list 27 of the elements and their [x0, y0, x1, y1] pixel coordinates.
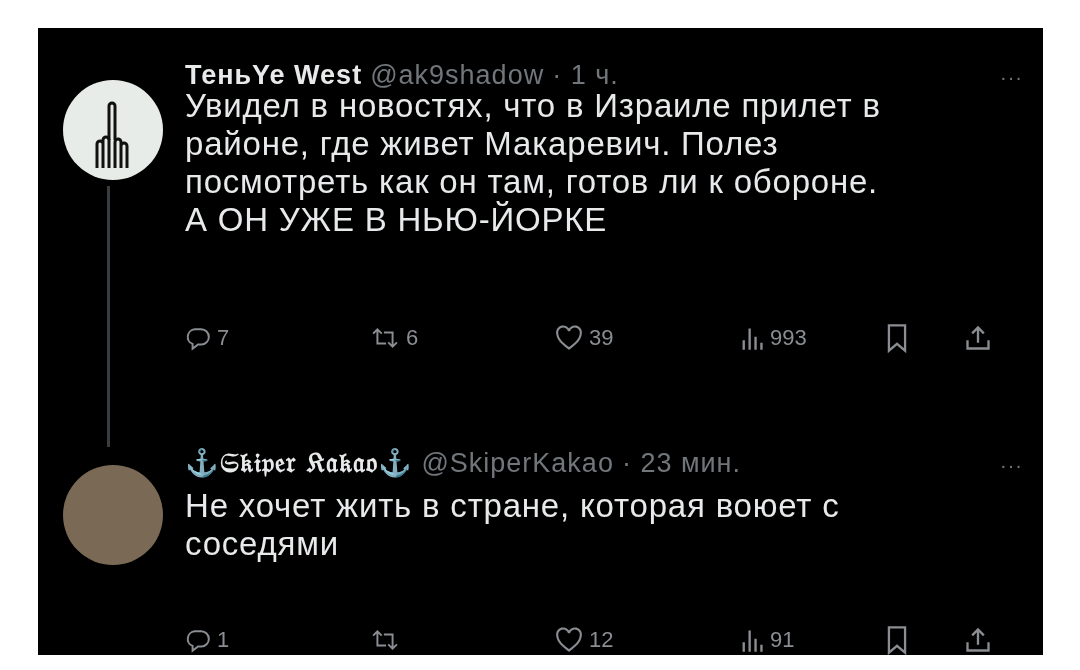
bookmark-icon[interactable] — [885, 323, 909, 353]
action-count: 39 — [589, 325, 614, 351]
action-count: 6 — [406, 325, 419, 351]
action-count: 1 — [217, 627, 230, 653]
tweet-text: соседями — [185, 525, 340, 563]
retweet-icon[interactable] — [370, 325, 400, 351]
share-icon[interactable] — [965, 626, 991, 654]
post-time: · 23 мин. — [621, 448, 741, 479]
tweet-text: Не хочет жить в стране, которая воюет с — [185, 487, 841, 525]
share-icon[interactable] — [965, 324, 991, 352]
action-count: 91 — [770, 627, 795, 653]
tweet-text: А ОН УЖЕ В НЬЮ-ЙОРКЕ — [185, 201, 609, 239]
retweet-icon[interactable] — [370, 627, 400, 653]
action-count: 12 — [589, 627, 614, 653]
tweet-text: районе, где живет Макаревич. Полез — [185, 125, 780, 163]
display-name[interactable]: ⚓𝔖𝔨𝔦𝔭𝔢𝔯 𝔎𝔞𝔨𝔞𝔬⚓ — [185, 447, 414, 479]
heart-icon[interactable] — [555, 627, 583, 653]
user-handle[interactable]: @SkiperKakao — [421, 448, 614, 479]
action-count: 7 — [217, 325, 230, 351]
more-options-icon[interactable]: ··· — [1000, 66, 1023, 89]
heart-icon[interactable] — [555, 325, 583, 351]
reply-icon[interactable] — [185, 627, 211, 653]
more-options-icon[interactable]: ··· — [1000, 454, 1023, 477]
bookmark-icon[interactable] — [885, 625, 909, 655]
reply-icon[interactable] — [185, 325, 211, 351]
tweet-text: посмотреть как он там, готов ли к обороне. — [185, 163, 880, 201]
action-count: 993 — [770, 325, 807, 351]
